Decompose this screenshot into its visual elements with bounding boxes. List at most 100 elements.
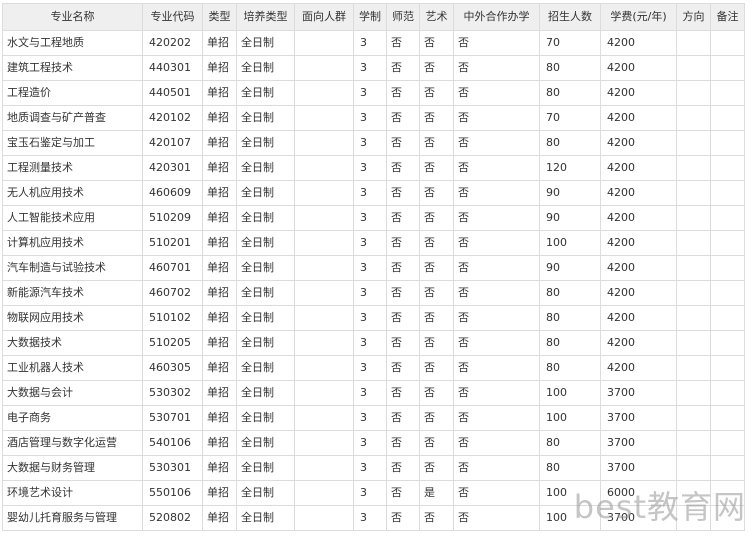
table-row: 大数据与财务管理 530301 单招 全日制 3 否否否 80 3700 [2, 455, 745, 481]
table-cell: 酒店管理与数字化运营 [2, 430, 143, 456]
table-cell [710, 230, 745, 256]
table-cell: 否 [386, 55, 420, 81]
table-cell [676, 305, 711, 331]
table-cell: 否 [419, 455, 454, 481]
table-cell [676, 405, 711, 431]
table-row: 工程造价 440501 单招 全日制 3 否否否 80 4200 [2, 80, 745, 106]
table-cell: 6000 [600, 480, 677, 506]
column-header: 招生人数 [539, 3, 601, 31]
table-cell [676, 455, 711, 481]
table-cell: 否 [453, 80, 540, 106]
table-cell: 单招 [202, 180, 237, 206]
table-cell: 550106 [142, 480, 203, 506]
table-cell: 水文与工程地质 [2, 30, 143, 56]
table-row: 汽车制造与试验技术 460701 单招 全日制 3 否否否 90 4200 [2, 255, 745, 281]
table-cell [294, 105, 354, 131]
column-header: 学制 [353, 3, 387, 31]
table-cell: 全日制 [236, 405, 295, 431]
table-cell: 440501 [142, 80, 203, 106]
table-cell: 3 [353, 255, 387, 281]
table-cell: 否 [386, 380, 420, 406]
table-cell [294, 355, 354, 381]
table-cell: 4200 [600, 55, 677, 81]
table-cell [710, 430, 745, 456]
table-row: 人工智能技术应用 510209 单招 全日制 3 否否否 90 4200 [2, 205, 745, 231]
table-row: 环境艺术设计 550106 单招 全日制 3 否是否 100 6000 [2, 480, 745, 506]
table-cell: 无人机应用技术 [2, 180, 143, 206]
table-cell: 单招 [202, 280, 237, 306]
table-row: 新能源汽车技术 460702 单招 全日制 3 否否否 80 4200 [2, 280, 745, 306]
table-cell: 单招 [202, 405, 237, 431]
table-cell [676, 355, 711, 381]
table-cell: 540106 [142, 430, 203, 456]
table-cell [710, 330, 745, 356]
table-cell: 单招 [202, 455, 237, 481]
table-cell: 新能源汽车技术 [2, 280, 143, 306]
table-cell: 440301 [142, 55, 203, 81]
table-cell: 4200 [600, 230, 677, 256]
table-cell [710, 255, 745, 281]
table-cell: 全日制 [236, 30, 295, 56]
table-cell [294, 505, 354, 531]
table-cell: 大数据技术 [2, 330, 143, 356]
table-cell: 全日制 [236, 305, 295, 331]
table-row: 工程测量技术 420301 单招 全日制 3 否否否 120 4200 [2, 155, 745, 181]
header-row: 专业名称 专业代码 类型 培养类型 面向人群 学制 师范 艺术 中外合作办学 招生人数 学费(元/年… [2, 3, 745, 31]
table-cell: 3700 [600, 380, 677, 406]
table-cell [294, 380, 354, 406]
table-cell [676, 30, 711, 56]
column-header: 培养类型 [236, 3, 295, 31]
table-cell: 否 [419, 330, 454, 356]
table-cell [710, 80, 745, 106]
table-cell: 计算机应用技术 [2, 230, 143, 256]
table-cell: 4200 [600, 30, 677, 56]
table-cell [676, 130, 711, 156]
table-cell [676, 55, 711, 81]
table-cell: 否 [386, 180, 420, 206]
column-header: 学费(元/年) [600, 3, 677, 31]
table-cell: 建筑工程技术 [2, 55, 143, 81]
table-cell: 全日制 [236, 55, 295, 81]
table-cell: 否 [386, 330, 420, 356]
table-cell: 3 [353, 130, 387, 156]
table-cell: 3 [353, 80, 387, 106]
table-cell: 3 [353, 280, 387, 306]
table-cell: 全日制 [236, 280, 295, 306]
table-cell: 100 [539, 405, 601, 431]
table-cell: 510209 [142, 205, 203, 231]
table-cell: 4200 [600, 330, 677, 356]
table-cell: 大数据与财务管理 [2, 455, 143, 481]
table-cell: 全日制 [236, 430, 295, 456]
table-cell [294, 205, 354, 231]
table-cell: 3 [353, 155, 387, 181]
table-cell: 70 [539, 105, 601, 131]
table-cell [294, 280, 354, 306]
table-cell: 否 [419, 55, 454, 81]
table-cell: 3700 [600, 505, 677, 531]
table-cell: 单招 [202, 80, 237, 106]
table-cell: 否 [453, 355, 540, 381]
table-row: 婴幼儿托育服务与管理 520802 单招 全日制 3 否否否 100 3700 [2, 505, 745, 531]
table-cell [710, 305, 745, 331]
table-cell: 电子商务 [2, 405, 143, 431]
table-cell [710, 180, 745, 206]
table-cell: 否 [419, 280, 454, 306]
table-cell: 单招 [202, 130, 237, 156]
table-cell: 80 [539, 455, 601, 481]
column-header: 面向人群 [294, 3, 354, 31]
table-cell: 3 [353, 180, 387, 206]
table-cell: 否 [453, 480, 540, 506]
table-cell: 3 [353, 430, 387, 456]
table-cell: 大数据与会计 [2, 380, 143, 406]
table-cell: 否 [453, 330, 540, 356]
table-cell: 否 [419, 355, 454, 381]
column-header: 师范 [386, 3, 420, 31]
table-cell: 3 [353, 230, 387, 256]
table-cell: 4200 [600, 255, 677, 281]
table-cell: 否 [419, 505, 454, 531]
table-cell: 90 [539, 180, 601, 206]
table-cell: 3 [353, 55, 387, 81]
table-cell: 否 [453, 455, 540, 481]
table-cell: 510102 [142, 305, 203, 331]
table-row: 地质调查与矿产普查 420102 单招 全日制 3 否否否 70 4200 [2, 105, 745, 131]
